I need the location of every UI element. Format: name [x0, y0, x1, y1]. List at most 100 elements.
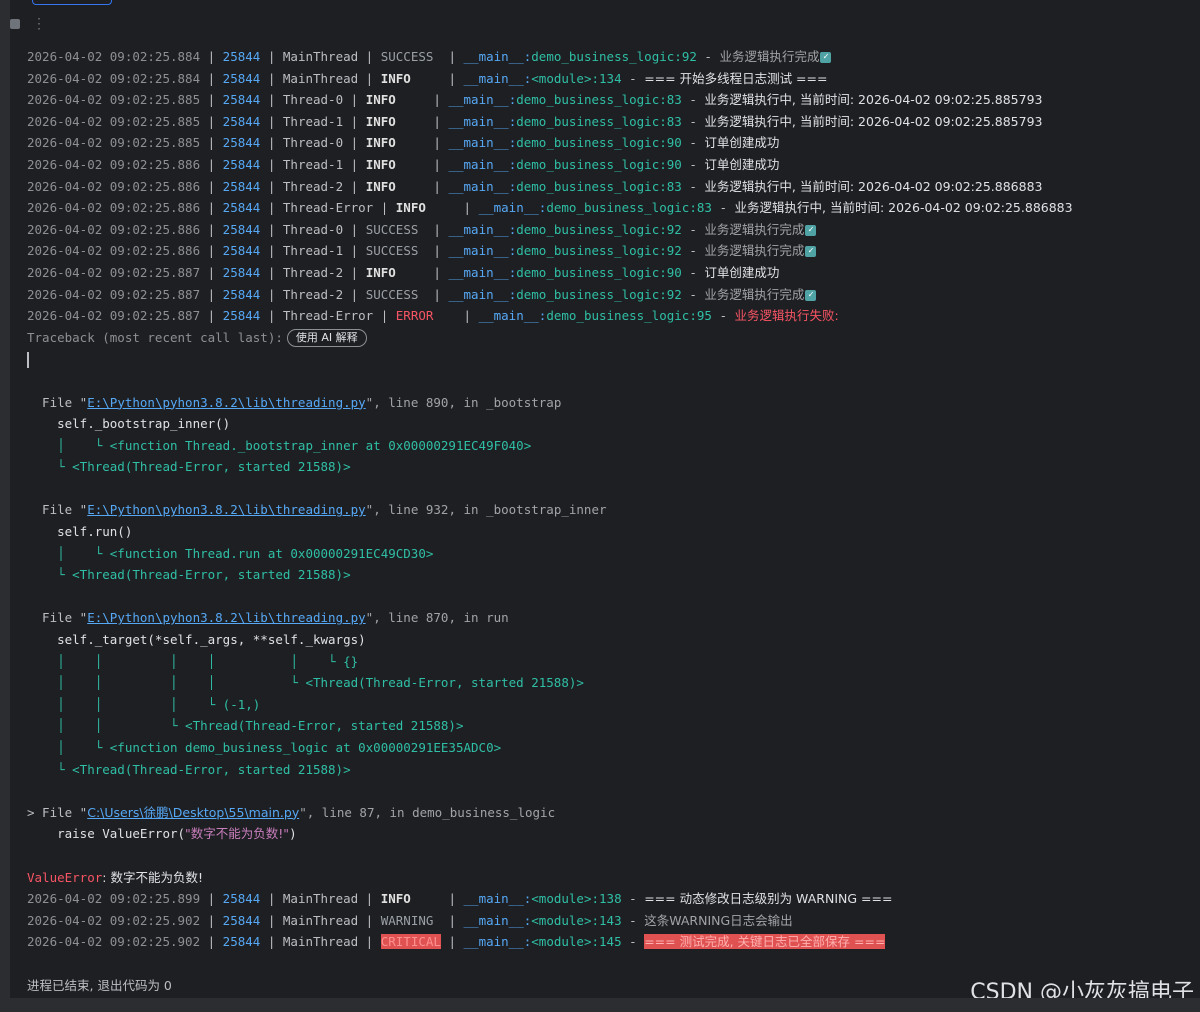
frame-file-link[interactable]: E:\Python\pyhon3.8.2\lib\threading.py [87, 610, 365, 625]
frame-variable: │ │ │ │ │ └ {} [27, 651, 1200, 673]
frame-code: self._target(*self._args, **self._kwargs… [27, 629, 1200, 651]
log-lineno: 83 [666, 113, 682, 129]
log-timestamp: 2026-04-02 09:02:25.885 [27, 135, 201, 151]
stop-icon[interactable] [10, 19, 20, 29]
separator: : [659, 113, 667, 129]
log-lineno: 83 [666, 92, 682, 108]
frame-file-link[interactable]: C:\Users\徐鹏\Desktop\55\main.py [87, 805, 299, 820]
separator: : [659, 156, 667, 172]
separator: | [200, 221, 223, 237]
ai-explain-button[interactable]: 使用 AI 解释 [286, 329, 367, 348]
separator: | [418, 286, 449, 302]
frame-code: self._bootstrap_inner() [27, 413, 1200, 435]
variable-annotation: │ │ │ │ │ └ {} [27, 653, 359, 669]
log-timestamp: 2026-04-02 09:02:25.902 [27, 912, 201, 928]
separator: | [200, 70, 223, 86]
log-line: 2026-04-02 09:02:25.886 | 25844 | Thread… [27, 197, 1200, 219]
frame-location: ", line 87, in demo_business_logic [299, 804, 556, 820]
separator: | [260, 912, 283, 928]
log-pid: 25844 [222, 49, 261, 64]
log-level: INFO [365, 135, 396, 151]
log-function: demo_business_logic [516, 243, 660, 259]
separator: | [200, 934, 223, 950]
run-tab-indicator[interactable] [32, 0, 112, 5]
log-module: __main__ [448, 92, 509, 108]
log-module: __main__ [463, 49, 524, 64]
more-icon[interactable]: ⋮ [32, 17, 46, 31]
separator: | [343, 221, 366, 237]
log-pid: 25844 [222, 243, 261, 259]
log-pid: 25844 [222, 200, 261, 216]
log-message: 订单创建成功 [704, 264, 780, 280]
log-thread: Thread-0 [282, 92, 344, 108]
log-line: 2026-04-02 09:02:25.902 | 25844 | MainTh… [27, 931, 1200, 953]
separator: | [200, 243, 223, 259]
separator: : [659, 135, 667, 151]
log-level: INFO [365, 113, 396, 129]
frame-file-link[interactable]: E:\Python\pyhon3.8.2\lib\threading.py [87, 395, 365, 410]
separator: : [659, 286, 667, 302]
log-message: === 测试完成, 关键日志已全部保存 === [644, 934, 886, 950]
traceback-header: Traceback (most recent call last): 使用 AI … [27, 327, 1200, 349]
log-function: demo_business_logic [516, 92, 660, 108]
log-pid: 25844 [222, 308, 261, 324]
log-function: demo_business_logic [546, 200, 690, 216]
log-line: 2026-04-02 09:02:25.886 | 25844 | Thread… [27, 219, 1200, 241]
separator: : [659, 92, 667, 108]
log-pid: 25844 [222, 912, 261, 928]
separator: | [260, 221, 283, 237]
log-message: 业务逻辑执行失败: [734, 308, 839, 324]
separator: | [200, 200, 223, 216]
separator: | [200, 308, 223, 324]
cursor-line [27, 348, 1200, 370]
separator: - [681, 156, 705, 172]
log-message: 业务逻辑执行中, 当前时间: 2026-04-02 09:02:25.88688… [704, 178, 1043, 194]
log-pid: 25844 [222, 92, 261, 108]
log-pid: 25844 [222, 891, 261, 907]
frame-variable: └ <Thread(Thread-Error, started 21588)> [27, 759, 1200, 781]
separator: | [395, 264, 449, 280]
separator: - [681, 178, 705, 194]
log-level: CRITICAL [380, 934, 441, 950]
text-cursor [27, 351, 29, 368]
separator: - [621, 891, 645, 907]
separator: | [260, 934, 283, 950]
log-timestamp: 2026-04-02 09:02:25.884 [27, 49, 201, 64]
log-function: <module> [531, 912, 592, 928]
frame-prefix: File " [27, 610, 88, 626]
log-lineno: 92 [666, 243, 682, 259]
log-module: __main__ [448, 113, 509, 129]
separator: : [591, 912, 600, 928]
variable-annotation: │ └ <function Thread._bootstrap_inner at… [27, 437, 532, 453]
log-message: 业务逻辑执行完成 [719, 49, 820, 64]
frame-file-link[interactable]: E:\Python\pyhon3.8.2\lib\threading.py [87, 502, 365, 517]
separator: | [260, 49, 283, 64]
log-pid: 25844 [222, 178, 261, 194]
log-lineno: 95 [696, 308, 712, 324]
log-lineno: 138 [599, 891, 622, 907]
separator: | [200, 912, 223, 928]
separator: | [260, 264, 283, 280]
log-level: INFO [395, 200, 426, 216]
frame-variable: │ │ │ │ └ <Thread(Thread-Error, started … [27, 672, 1200, 694]
log-module: __main__ [463, 934, 524, 950]
console-gutter [0, 0, 10, 1012]
log-pid: 25844 [222, 934, 261, 950]
log-module: __main__ [448, 264, 509, 280]
separator: : [659, 243, 667, 259]
frame-location: ", line 932, in _bootstrap_inner [365, 502, 607, 518]
console-toolbar: ⋮ [10, 14, 46, 34]
separator: | [418, 221, 449, 237]
log-lineno: 92 [666, 221, 682, 237]
status-bar [0, 998, 1200, 1012]
log-module: __main__ [448, 221, 509, 237]
separator: : [659, 221, 667, 237]
frame-code: raise ValueError("数字不能为负数!") [27, 823, 1200, 845]
log-function: demo_business_logic [531, 49, 675, 64]
log-function: demo_business_logic [516, 286, 660, 302]
log-message: 订单创建成功 [704, 156, 780, 172]
log-lineno: 90 [666, 135, 682, 151]
separator: | [343, 264, 366, 280]
